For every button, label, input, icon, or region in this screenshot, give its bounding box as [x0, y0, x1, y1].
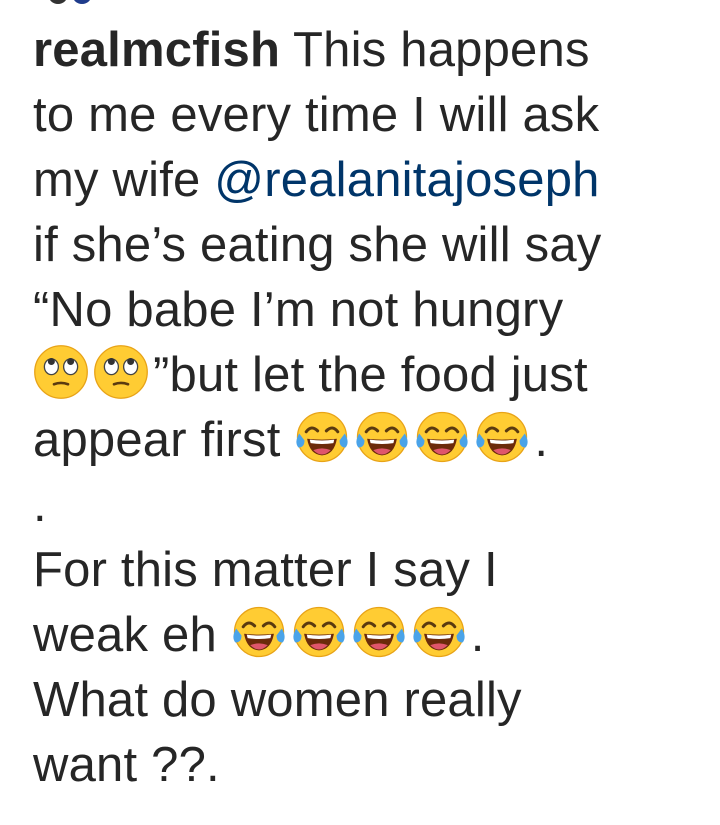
caption-line-3: my wife @realanitajoseph [33, 148, 693, 213]
face-with-tears-of-joy-icon [231, 604, 287, 660]
caption-line-5: “No babe I’m not hungry [33, 283, 564, 337]
caption-line-12: want ??. [33, 738, 220, 792]
face-with-rolling-eyes-icon [93, 344, 149, 400]
caption-text: my wife [33, 153, 215, 207]
avatar-right [72, 0, 92, 4]
username-link[interactable]: realmcfish [33, 23, 280, 77]
face-with-rolling-eyes-icon [33, 344, 89, 400]
caption-text: . [534, 413, 549, 467]
avatar[interactable] [48, 0, 108, 4]
face-with-tears-of-joy-icon [354, 409, 410, 465]
face-with-tears-of-joy-icon [414, 409, 470, 465]
caption-line-1: realmcfish This happens [33, 18, 693, 83]
face-with-tears-of-joy-icon [411, 604, 467, 660]
caption-text: ”but let the food just [153, 348, 588, 402]
caption-text: weak eh [33, 608, 231, 662]
caption-line-9: For this matter I say I [33, 543, 498, 597]
caption-text: appear first [33, 413, 295, 467]
face-with-tears-of-joy-icon [291, 604, 347, 660]
face-with-tears-of-joy-icon [474, 409, 530, 465]
face-with-tears-of-joy-icon [351, 604, 407, 660]
caption-line-11: What do women really [33, 673, 522, 727]
face-with-tears-of-joy-icon [294, 409, 350, 465]
caption-line-6: ”but let the food just [33, 343, 693, 408]
caption-line-4: if she’s eating she will say [33, 218, 602, 272]
caption-line-7: appear first . [33, 408, 693, 473]
caption-line-2: to me every time I will ask [33, 88, 600, 142]
caption-text: This happens [280, 23, 590, 77]
mention-link[interactable]: @realanitajoseph [214, 153, 599, 207]
post-caption: realmcfish This happens to me every time… [33, 18, 693, 798]
caption-line-10: weak eh . [33, 603, 693, 668]
avatar-left [48, 0, 68, 4]
caption-line-8: . [33, 478, 47, 532]
caption-text: . [470, 608, 485, 662]
